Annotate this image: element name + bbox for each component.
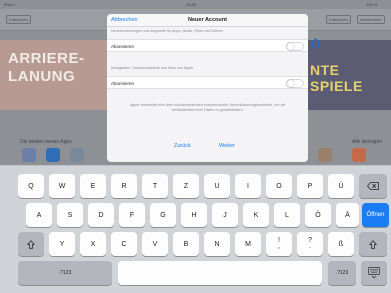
new-account-dialog: Abbrechen Neuer Account Neuerscheinungen… — [107, 14, 308, 162]
back-button[interactable]: Zurück — [174, 143, 191, 149]
subscribe-toggle-2[interactable] — [286, 79, 304, 88]
key-t[interactable]: T — [142, 174, 168, 198]
key-question-period[interactable]: ? . — [297, 232, 323, 256]
key-x[interactable]: X — [80, 232, 106, 256]
numbers-key-label: .?123 — [335, 270, 349, 276]
key-u[interactable]: U — [204, 174, 230, 198]
newsletter-caption-1: Neuerscheinungen und Angebote für Apps, … — [111, 29, 223, 33]
key-v[interactable]: V — [142, 232, 168, 256]
key-l[interactable]: L — [274, 203, 300, 227]
subscribe-label-1: Abonnieren — [111, 44, 135, 49]
dialog-title: Neuer Account — [188, 17, 227, 23]
shift-icon — [369, 239, 377, 249]
shift-left-key[interactable] — [18, 232, 44, 256]
featured-banner-right[interactable]: NTE SPIELE — [308, 40, 391, 110]
subscribe-row-1: Abonnieren — [107, 39, 308, 52]
key-comma-label: , — [278, 243, 280, 250]
banner-left-line-1: ARRIERE- — [8, 50, 85, 67]
app-tile[interactable] — [352, 148, 366, 162]
key-i[interactable]: I — [235, 174, 261, 198]
key-m[interactable]: M — [235, 232, 261, 256]
key-n[interactable]: N — [204, 232, 230, 256]
app-tile[interactable] — [70, 148, 84, 162]
numbers-key-right[interactable]: .?123 — [328, 261, 356, 285]
open-return-key[interactable]: Öffnen — [362, 203, 389, 227]
newsletter-caption-2: Neuigkeiten, Sonderangebote und Infos vo… — [111, 66, 194, 70]
status-battery: 100 % — [366, 2, 378, 7]
dialog-header: Abbrechen Neuer Account — [107, 14, 308, 27]
toggle-knob — [287, 80, 294, 87]
store-nav-wishlist[interactable]: Wunschliste — [357, 15, 385, 24]
key-a[interactable]: A — [26, 203, 52, 227]
store-nav-left[interactable]: Kategorien — [6, 15, 32, 24]
banner-left-line-2: LANUNG — [8, 68, 76, 85]
key-o[interactable]: O — [266, 174, 292, 198]
key-z[interactable]: Z — [173, 174, 199, 198]
key-y[interactable]: Y — [49, 232, 75, 256]
app-tile[interactable] — [22, 148, 36, 162]
numbers-key-label: .?123 — [58, 270, 72, 276]
key-ae[interactable]: Ä — [336, 203, 359, 227]
section-title: Die besten neuen Apps — [20, 139, 72, 145]
featured-banner-left[interactable]: ARRIERE- LANUNG — [0, 40, 107, 110]
key-exclam-comma[interactable]: ! , — [266, 232, 292, 256]
app-tile[interactable] — [46, 148, 60, 162]
status-carrier: iPad ≈ — [4, 2, 16, 7]
key-ue[interactable]: Ü — [328, 174, 354, 198]
banner-right-line-1: NTE — [310, 62, 340, 78]
shift-icon — [27, 239, 35, 249]
status-time: 19:43 — [186, 2, 197, 7]
numbers-key-left[interactable]: .?123 — [18, 261, 112, 285]
backspace-key[interactable] — [359, 174, 387, 198]
subscribe-row-2: Abonnieren — [107, 76, 308, 89]
backspace-icon — [367, 182, 379, 190]
key-b[interactable]: B — [173, 232, 199, 256]
app-tile[interactable] — [318, 148, 332, 162]
subscribe-toggle-1[interactable] — [286, 42, 304, 51]
key-w[interactable]: W — [49, 174, 75, 198]
key-g[interactable]: G — [150, 203, 176, 227]
encryption-info-text: Apple verwendet eine dem Industriestanda… — [129, 103, 286, 112]
key-h[interactable]: H — [181, 203, 207, 227]
key-sz[interactable]: ß — [328, 232, 354, 256]
key-p[interactable]: P — [297, 174, 323, 198]
space-bar[interactable] — [118, 261, 322, 285]
key-f[interactable]: F — [119, 203, 145, 227]
key-j[interactable]: J — [212, 203, 238, 227]
key-e[interactable]: E — [80, 174, 106, 198]
next-button[interactable]: Weiter — [219, 143, 235, 149]
subscribe-label-2: Abonnieren — [111, 81, 135, 86]
key-s[interactable]: S — [57, 203, 83, 227]
key-d[interactable]: D — [88, 203, 114, 227]
key-q[interactable]: Q — [18, 174, 44, 198]
key-r[interactable]: R — [111, 174, 137, 198]
hide-keyboard-key[interactable] — [361, 261, 387, 285]
key-c[interactable]: C — [111, 232, 137, 256]
see-all-link[interactable]: Alle anzeigen — [352, 139, 382, 145]
key-oe[interactable]: Ö — [305, 203, 331, 227]
key-k[interactable]: K — [243, 203, 269, 227]
hide-keyboard-icon — [368, 267, 380, 279]
keyboard: Q W E R T Z U I O P Ü A S D F G H J K L … — [0, 165, 391, 293]
store-nav-categories[interactable]: Kategorien — [326, 15, 352, 24]
toggle-knob — [287, 43, 294, 50]
banner-right-line-2: SPIELE — [310, 78, 363, 94]
share-icon[interactable] — [312, 38, 319, 47]
status-bar: iPad ≈ 19:43 100 % — [0, 0, 391, 9]
shift-right-key[interactable] — [359, 232, 387, 256]
key-period-label: . — [309, 243, 311, 250]
